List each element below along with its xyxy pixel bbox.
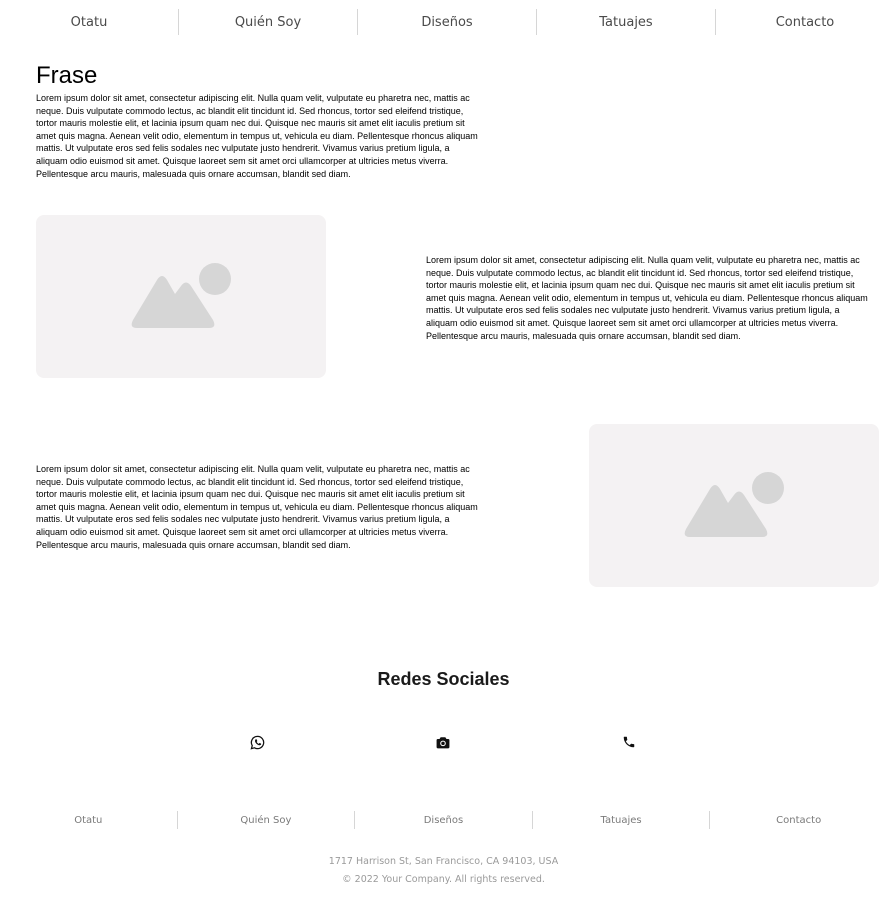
image-placeholder bbox=[589, 424, 879, 587]
whatsapp-icon[interactable] bbox=[249, 734, 265, 750]
footer-nav-item-tatuajes[interactable]: Tatuajes bbox=[533, 810, 710, 830]
footer-nav-item-disenos[interactable]: Diseños bbox=[355, 810, 532, 830]
footer-nav-item-quien-soy[interactable]: Quién Soy bbox=[178, 810, 355, 830]
nav-item-quien-soy[interactable]: Quién Soy bbox=[179, 9, 357, 35]
nav-item-otatu[interactable]: Otatu bbox=[0, 9, 178, 35]
nav-item-tatuajes[interactable]: Tatuajes bbox=[537, 9, 715, 35]
top-nav: Otatu Quién Soy Diseños Tatuajes Contact… bbox=[0, 0, 894, 44]
camera-icon[interactable] bbox=[435, 734, 451, 750]
section-paragraph: Lorem ipsum dolor sit amet, consectetur … bbox=[426, 255, 868, 341]
page-title: Frase bbox=[36, 62, 98, 89]
intro-paragraph: Lorem ipsum dolor sit amet, consectetur … bbox=[36, 93, 478, 179]
image-placeholder bbox=[36, 215, 326, 378]
nav-item-disenos[interactable]: Diseños bbox=[358, 9, 536, 35]
footer-copyright: © 2022 Your Company. All rights reserved… bbox=[342, 874, 545, 885]
image-placeholder-icon bbox=[131, 262, 231, 328]
nav-item-contacto[interactable]: Contacto bbox=[716, 9, 894, 35]
social-title: Redes Sociales bbox=[377, 669, 510, 689]
image-placeholder-icon bbox=[684, 471, 784, 537]
footer-address: 1717 Harrison St, San Francisco, CA 9410… bbox=[328, 856, 559, 867]
footer-nav: Otatu Quién Soy Diseños Tatuajes Contact… bbox=[0, 810, 887, 830]
footer-nav-item-contacto[interactable]: Contacto bbox=[710, 810, 887, 830]
phone-icon[interactable] bbox=[621, 734, 637, 750]
footer-nav-item-otatu[interactable]: Otatu bbox=[0, 810, 177, 830]
section-paragraph: Lorem ipsum dolor sit amet, consectetur … bbox=[36, 464, 478, 550]
